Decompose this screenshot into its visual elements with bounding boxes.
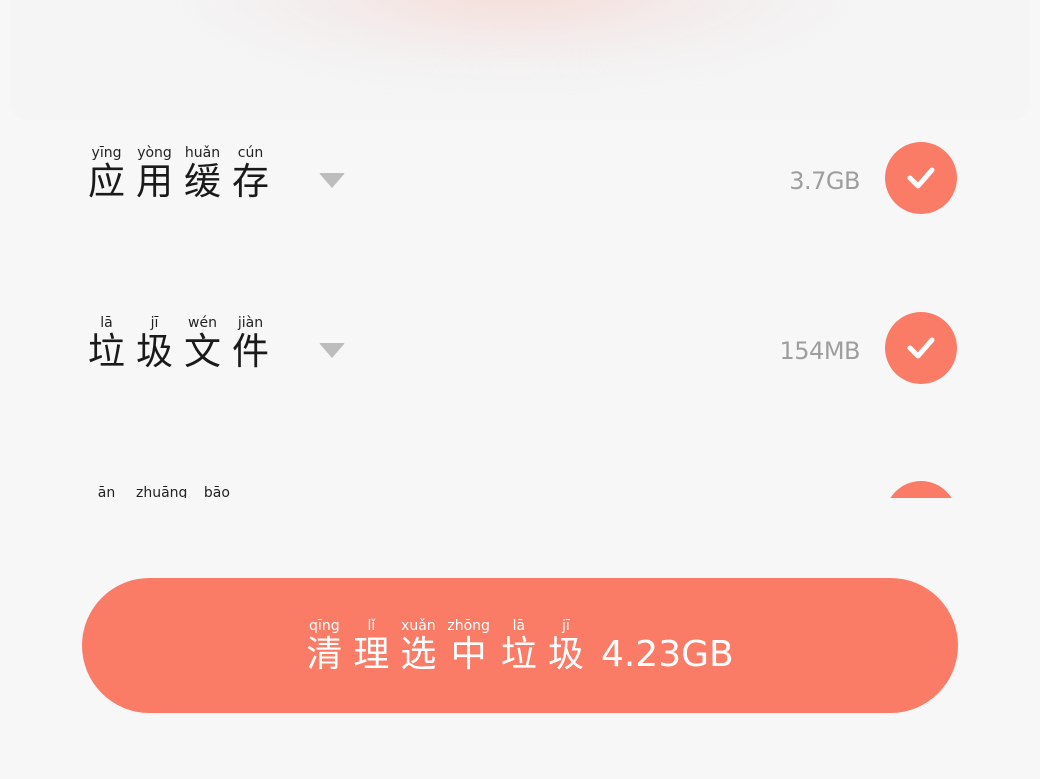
item-title: 应yīng 用yòng 缓huǎn 存cún <box>88 145 280 203</box>
chevron-down-icon[interactable] <box>319 343 345 358</box>
button-pinyin: zhōng <box>447 617 490 634</box>
button-pinyin: lǐ <box>353 617 390 634</box>
clean-selected-junk-button[interactable]: 清qīng 理lǐ 选xuǎn 中zhōng 垃lā 圾jī 4.23GB <box>82 578 958 713</box>
title-char: 件 <box>232 330 269 373</box>
title-char: 应 <box>88 160 125 203</box>
junk-cleaner-screen: 应yīng用yòng缓huǎn存cún 3.7GB 垃lā圾jī文wén件jià… <box>0 0 1040 779</box>
title-char: 存 <box>232 160 269 203</box>
title-pinyin: yòng <box>136 145 173 161</box>
title-pinyin: zhuāng <box>136 485 188 498</box>
title-char: 垃 <box>88 330 125 373</box>
title-pinyin: jī <box>136 315 173 331</box>
title-pinyin: huǎn <box>184 145 221 161</box>
title-pinyin: ān <box>88 485 125 498</box>
chevron-down-icon[interactable] <box>319 173 345 188</box>
item-checkbox[interactable] <box>885 481 957 498</box>
button-char: 圾 <box>547 633 584 675</box>
title-char: 缓 <box>184 160 221 203</box>
title-pinyin: lā <box>88 315 125 331</box>
junk-category-list[interactable]: 应yīng 用yòng 缓huǎn 存cún 3.7GB 垃lā 圾jī 文wén 件jià… <box>0 120 1040 498</box>
item-title: 安ān装zhuāng包bāo <box>88 485 246 498</box>
item-size: 3.7GB <box>789 167 860 195</box>
button-char: 理 <box>353 633 390 675</box>
summary-card <box>10 0 1030 120</box>
button-char: 选 <box>400 633 437 675</box>
item-title: 垃lā 圾jī 文wén 件jiàn <box>88 315 280 373</box>
button-char: 清 <box>306 633 343 675</box>
list-item-app-cache[interactable]: 应yīng 用yòng 缓huǎn 存cún 3.7GB <box>0 120 1040 290</box>
item-size: 154MB <box>779 337 861 365</box>
title-char: 用 <box>136 160 173 203</box>
summary-graphic <box>185 0 845 80</box>
title-pinyin: yīng <box>88 145 125 161</box>
button-pinyin: qīng <box>306 617 343 634</box>
title-pinyin: bāo <box>198 485 236 498</box>
button-char: 垃 <box>500 633 537 675</box>
title-pinyin: wén <box>184 315 221 331</box>
list-item-install-packages[interactable]: 安ān装zhuāng包bāo <box>0 460 1040 498</box>
title-char: 圾 <box>136 330 173 373</box>
title-char: 文 <box>184 330 221 373</box>
clean-total-size: 4.23GB <box>600 633 734 675</box>
item-checkbox[interactable] <box>885 312 957 384</box>
bottom-action-area: 清qīng 理lǐ 选xuǎn 中zhōng 垃lā 圾jī 4.23GB <box>0 498 1040 779</box>
title-pinyin: cún <box>232 145 269 161</box>
clean-button-label: 清qīng 理lǐ 选xuǎn 中zhōng 垃lā 圾jī 4.23GB <box>306 617 734 675</box>
button-pinyin: xuǎn <box>400 617 437 634</box>
button-pinyin: lā <box>500 617 537 634</box>
button-pinyin: jī <box>547 617 584 634</box>
check-icon <box>907 337 935 359</box>
list-item-junk-files[interactable]: 垃lā 圾jī 文wén 件jiàn 154MB <box>0 290 1040 460</box>
item-checkbox[interactable] <box>885 142 957 214</box>
title-pinyin: jiàn <box>232 315 269 331</box>
button-char: 中 <box>447 633 490 675</box>
check-icon <box>907 167 935 189</box>
